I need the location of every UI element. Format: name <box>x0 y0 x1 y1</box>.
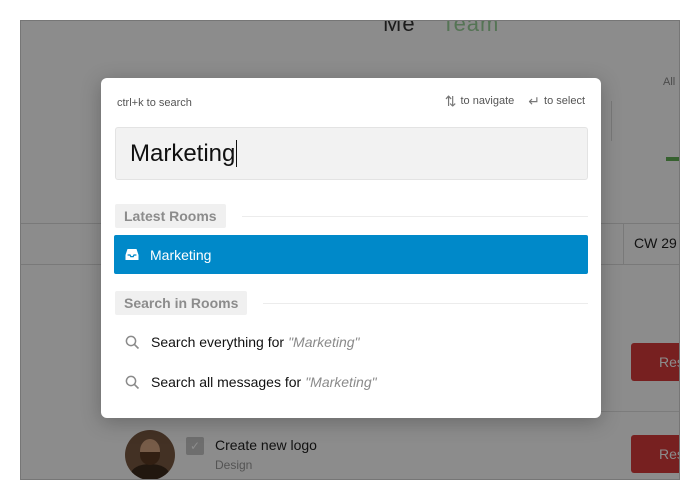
divider <box>241 215 588 217</box>
section-header-search-in-rooms: Search in Rooms <box>115 291 588 315</box>
navigate-hint: to navigate <box>460 95 515 107</box>
select-hint: to select <box>544 95 585 107</box>
divider <box>263 302 588 304</box>
text-caret <box>236 140 238 167</box>
search-option-query: "Marketing" <box>288 334 360 350</box>
section-title: Latest Rooms <box>115 204 226 228</box>
search-icon <box>125 375 140 389</box>
inbox-icon <box>125 249 139 260</box>
search-everything-option[interactable]: Search everything for "Marketing" <box>125 331 360 353</box>
shortcut-hint: ctrl+k to search <box>117 97 192 109</box>
enter-key-icon: ↵ <box>528 92 541 109</box>
search-option-query: "Marketing" <box>305 374 377 390</box>
room-result-marketing[interactable]: Marketing <box>114 235 588 274</box>
search-messages-option[interactable]: Search all messages for "Marketing" <box>125 371 377 393</box>
keyboard-hints: ⇅ to navigate ↵ to select <box>444 92 585 109</box>
quick-search-modal: ctrl+k to search ⇅ to navigate ↵ to sele… <box>101 78 601 418</box>
room-result-label: Marketing <box>150 246 212 263</box>
search-icon <box>125 335 140 349</box>
search-option-label: Search all messages for <box>151 374 302 390</box>
arrows-up-down-icon: ⇅ <box>444 92 457 109</box>
section-header-latest-rooms: Latest Rooms <box>115 204 588 228</box>
search-option-label: Search everything for <box>151 334 285 350</box>
section-title: Search in Rooms <box>115 291 248 315</box>
search-input-value: Marketing <box>130 139 236 167</box>
search-input[interactable]: Marketing <box>115 127 588 180</box>
